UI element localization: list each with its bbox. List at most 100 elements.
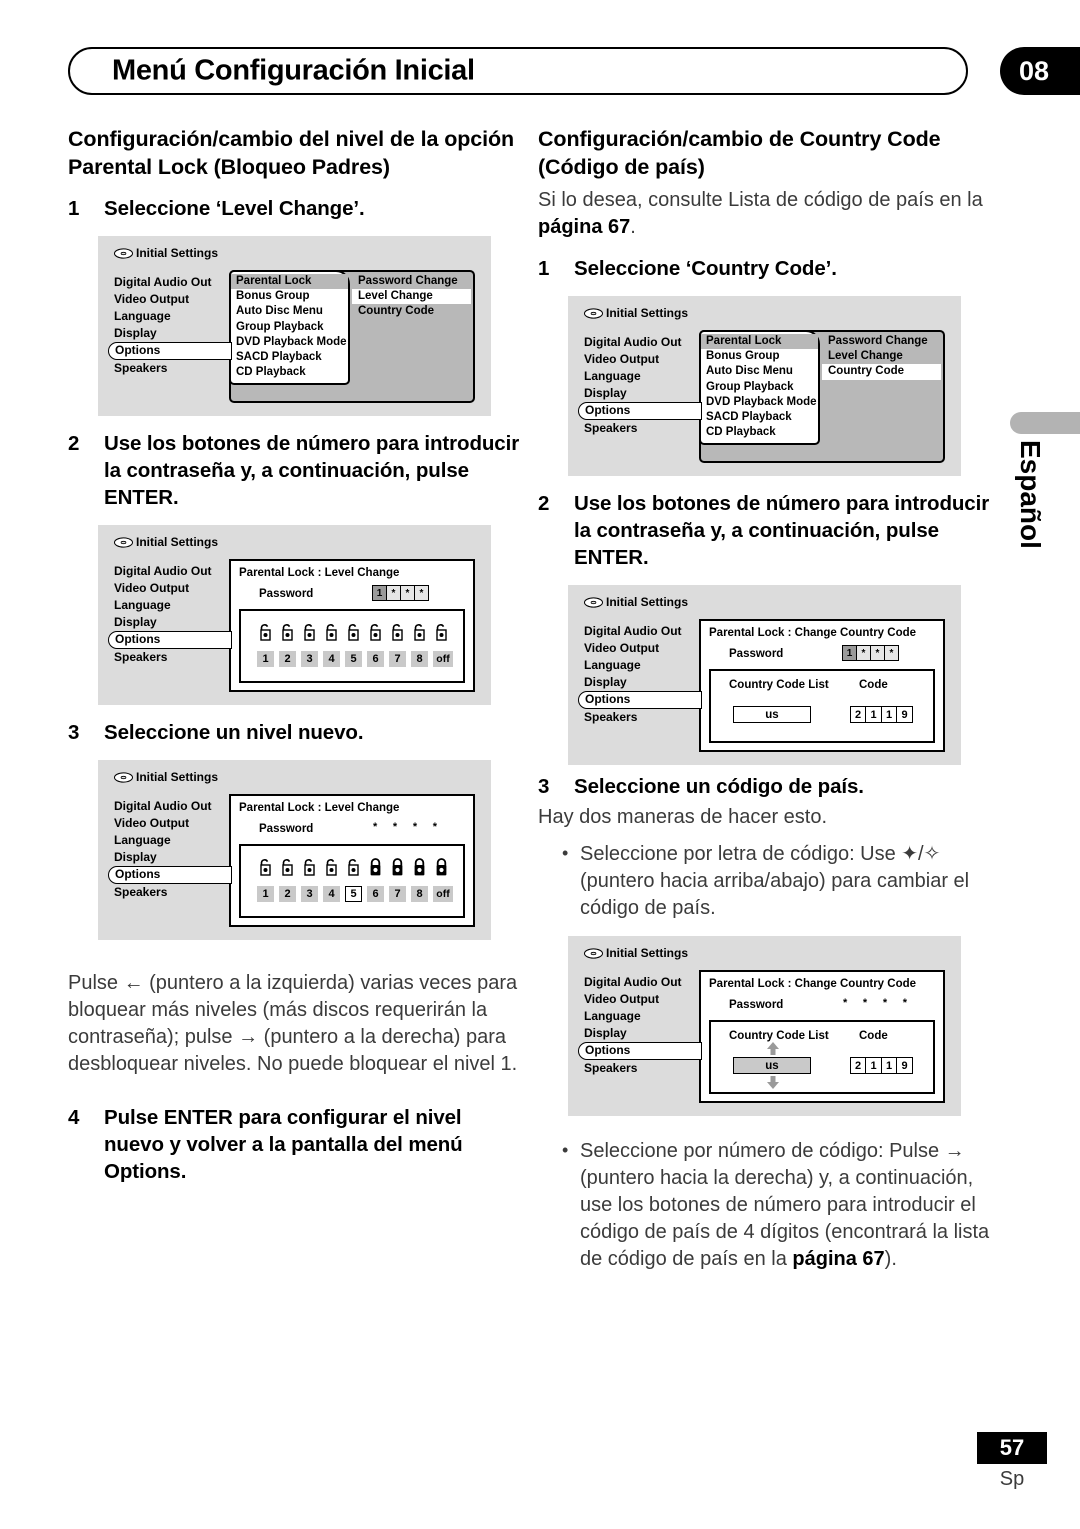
osd-menu-sacd-playback[interactable]: SACD Playback [701,410,818,425]
osd-menu-sacd-playback[interactable]: SACD Playback [231,350,348,365]
level-button-1[interactable]: 1 [257,651,274,667]
country-code-value[interactable]: us [733,706,811,723]
level-button-2[interactable]: 2 [279,651,296,667]
level-button-8[interactable]: 8 [411,651,428,667]
osd-menu-bonus-group[interactable]: Bonus Group [231,289,348,304]
level-button-5-selected[interactable]: 5 [345,886,362,902]
level-button-2[interactable]: 2 [279,886,296,902]
password-digit-3[interactable]: * [400,585,415,601]
osd-sidebar-item-display[interactable]: Display [114,849,226,866]
country-code-digit-1[interactable]: 2 [849,706,867,723]
osd-sidebar-item-speakers[interactable]: Speakers [584,1060,696,1077]
osd-menu-bonus-group[interactable]: Bonus Group [701,349,818,364]
password-digit-1[interactable]: 1 [842,645,857,661]
level-button-7[interactable]: 7 [389,651,406,667]
level-button-6[interactable]: 6 [367,886,384,902]
osd-sidebar-item-video-output[interactable]: Video Output [114,815,226,832]
osd-menu-dvd-playback-mode[interactable]: DVD Playback Mode [701,395,818,410]
country-code-digits[interactable]: 2 1 1 9 [849,1057,913,1074]
level-button-7[interactable]: 7 [389,886,406,902]
osd-sidebar-item-speakers[interactable]: Speakers [584,420,696,437]
country-code-digit-3[interactable]: 1 [880,706,898,723]
osd-sidebar-item-options[interactable]: Options [578,402,702,420]
country-code-digit-3[interactable]: 1 [880,1057,898,1074]
osd-sidebar-item-video-output[interactable]: Video Output [114,291,226,308]
password-digit-4[interactable]: * [414,585,429,601]
country-code-digit-4[interactable]: 9 [896,706,913,723]
osd-sidebar-item-digital-audio-out[interactable]: Digital Audio Out [114,563,226,580]
osd-sidebar-item-display[interactable]: Display [584,385,696,402]
arrow-down-icon[interactable] [765,1076,781,1093]
osd-sidebar-item-video-output[interactable]: Video Output [584,991,696,1008]
osd-sidebar-item-digital-audio-out[interactable]: Digital Audio Out [584,974,696,991]
osd-sidebar-item-video-output[interactable]: Video Output [114,580,226,597]
osd-menu-group-playback[interactable]: Group Playback [701,380,818,395]
osd-submenu-password-change[interactable]: Password Change [822,334,941,349]
osd-sidebar-item-language[interactable]: Language [114,597,226,614]
level-button-6[interactable]: 6 [367,651,384,667]
osd-sidebar-item-options[interactable]: Options [578,691,702,709]
level-button-5[interactable]: 5 [345,651,362,667]
osd-sidebar-item-speakers[interactable]: Speakers [114,649,226,666]
level-button-3[interactable]: 3 [301,886,318,902]
osd-sidebar-item-speakers[interactable]: Speakers [584,709,696,726]
osd-sidebar-item-display[interactable]: Display [114,614,226,631]
country-code-digit-1[interactable]: 2 [849,1057,867,1074]
osd-menu-cd-playback[interactable]: CD Playback [231,365,348,380]
country-code-digit-2[interactable]: 1 [865,706,882,723]
osd-sidebar-item-speakers[interactable]: Speakers [114,360,226,377]
osd-menu-auto-disc-menu[interactable]: Auto Disc Menu [701,364,818,379]
osd-menu-dvd-playback-mode[interactable]: DVD Playback Mode [231,335,348,350]
osd-menu-cd-playback[interactable]: CD Playback [701,425,818,440]
password-digit-2[interactable]: * [386,585,401,601]
osd-sidebar-item-language[interactable]: Language [114,308,226,325]
level-button-4[interactable]: 4 [323,651,340,667]
osd-password-field[interactable]: 1 * * * [372,585,429,601]
osd-sidebar-item-display[interactable]: Display [584,674,696,691]
level-button-4[interactable]: 4 [323,886,340,902]
country-code-digits[interactable]: 2 1 1 9 [849,706,913,723]
right-step-1-number: 1 [538,257,550,280]
password-digit-1[interactable]: 1 [372,585,387,601]
osd-menu-parental-lock[interactable]: Parental Lock [231,274,348,290]
osd-sidebar-item-video-output[interactable]: Video Output [584,640,696,657]
level-button-off[interactable]: off [433,886,453,902]
osd-sidebar-item-display[interactable]: Display [114,325,226,342]
osd-sidebar-item-display[interactable]: Display [584,1025,696,1042]
level-button-off[interactable]: off [433,651,453,667]
country-code-digit-4[interactable]: 9 [896,1057,913,1074]
osd-sidebar-item-digital-audio-out[interactable]: Digital Audio Out [114,274,226,291]
osd-sidebar-item-options[interactable]: Options [108,866,232,884]
level-button-8[interactable]: 8 [411,886,428,902]
osd-sidebar-item-speakers[interactable]: Speakers [114,884,226,901]
osd-sidebar-item-options[interactable]: Options [108,631,232,649]
osd-submenu-password-change[interactable]: Password Change [352,274,471,289]
country-code-value[interactable]: us [733,1057,811,1074]
osd-submenu-country-code[interactable]: Country Code [822,364,941,380]
left-step-1: 1 Seleccione ‘Level Change’. [68,195,520,222]
osd-sidebar-item-digital-audio-out[interactable]: Digital Audio Out [584,623,696,640]
osd-sidebar-item-digital-audio-out[interactable]: Digital Audio Out [114,798,226,815]
osd-sidebar-item-digital-audio-out[interactable]: Digital Audio Out [584,334,696,351]
osd-sidebar-1: Digital Audio Out Video Output Language … [108,274,232,377]
osd-submenu-country-code[interactable]: Country Code [352,304,471,319]
osd-sidebar-item-language[interactable]: Language [584,1008,696,1025]
password-digit-2[interactable]: * [856,645,871,661]
level-button-3[interactable]: 3 [301,651,318,667]
country-code-digit-2[interactable]: 1 [865,1057,882,1074]
password-digit-3[interactable]: * [870,645,885,661]
osd-sidebar-item-options[interactable]: Options [108,342,232,360]
osd-sidebar-item-video-output[interactable]: Video Output [584,351,696,368]
osd-menu-group-playback[interactable]: Group Playback [231,320,348,335]
osd-sidebar-item-language[interactable]: Language [584,657,696,674]
osd-sidebar-item-language[interactable]: Language [584,368,696,385]
password-digit-4[interactable]: * [884,645,899,661]
osd-sidebar-item-language[interactable]: Language [114,832,226,849]
level-button-1[interactable]: 1 [257,886,274,902]
osd-submenu-level-change[interactable]: Level Change [822,349,941,364]
osd-menu-parental-lock[interactable]: Parental Lock [701,334,818,350]
osd-sidebar-item-options[interactable]: Options [578,1042,702,1060]
osd-submenu-level-change[interactable]: Level Change [352,289,471,305]
osd-password-field[interactable]: 1 * * * [842,645,899,661]
osd-menu-auto-disc-menu[interactable]: Auto Disc Menu [231,304,348,319]
